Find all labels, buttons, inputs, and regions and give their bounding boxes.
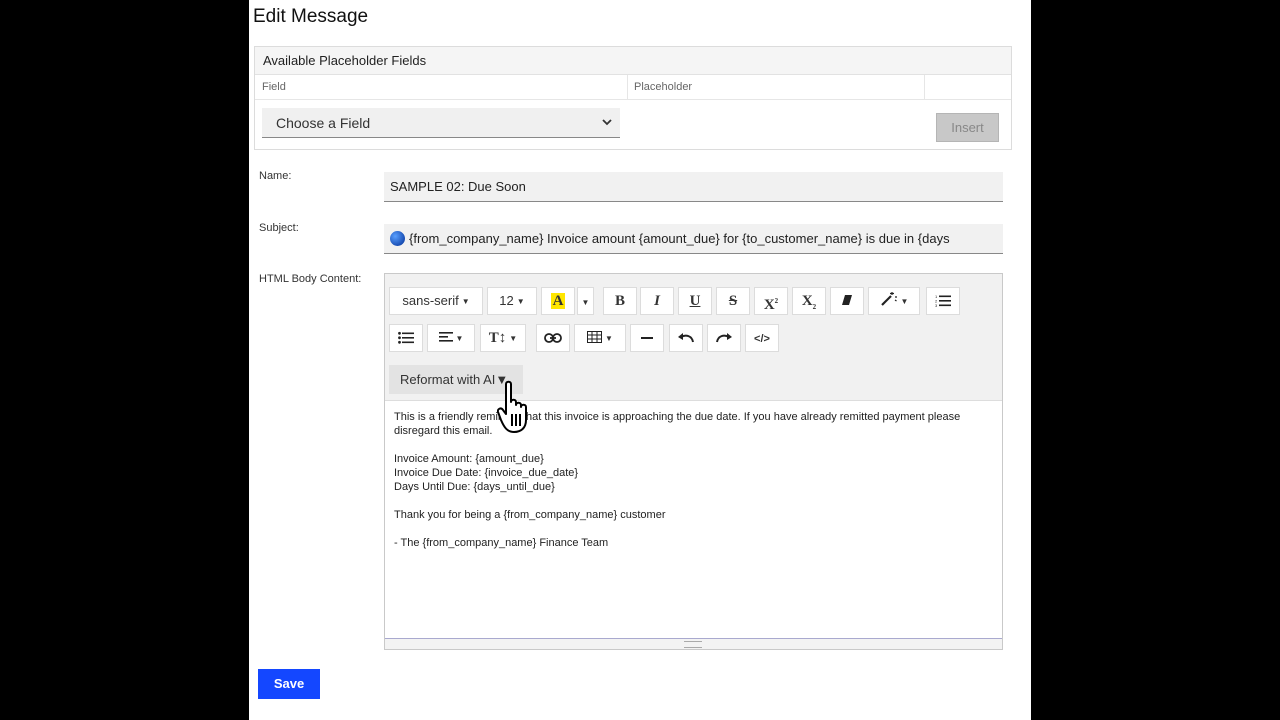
ordered-list-icon: 123 bbox=[935, 293, 951, 308]
code-view-button[interactable]: </> bbox=[745, 324, 779, 352]
html-body-label: HTML Body Content: bbox=[259, 273, 362, 285]
subscript-icon: X2 bbox=[801, 293, 817, 311]
link-button[interactable] bbox=[536, 324, 570, 352]
font-family-value: sans-serif bbox=[402, 293, 459, 308]
underline-icon: U bbox=[689, 293, 701, 309]
code-view-icon: </> bbox=[754, 333, 770, 345]
caret-down-icon: ▼ bbox=[516, 297, 525, 306]
grip-icon bbox=[684, 641, 702, 648]
chevron-down-icon bbox=[602, 108, 612, 149]
superscript-button[interactable]: X2 bbox=[754, 287, 788, 315]
page-title: Edit Message bbox=[253, 6, 369, 27]
table-dropdown[interactable]: ▼ bbox=[574, 324, 626, 352]
magic-wand-icon bbox=[880, 292, 898, 308]
undo-icon bbox=[678, 330, 694, 345]
highlight-color-button[interactable]: A bbox=[541, 287, 575, 315]
subject-text: {from_company_name} Invoice amount {amou… bbox=[409, 231, 950, 246]
caret-down-icon: ▼ bbox=[455, 334, 464, 343]
paragraph-align-dropdown[interactable]: ▼ bbox=[427, 324, 475, 352]
undo-button[interactable] bbox=[669, 324, 703, 352]
redo-icon bbox=[716, 330, 732, 345]
italic-icon: I bbox=[654, 293, 660, 309]
body-line: - The {from_company_name} Finance Team bbox=[394, 537, 609, 549]
placeholder-fields-panel: Available Placeholder Fields Field Place… bbox=[254, 46, 1012, 150]
body-line: Invoice Due Date: {invoice_due_date} bbox=[394, 467, 579, 479]
column-field: Field bbox=[262, 81, 286, 93]
placeholder-panel-title: Available Placeholder Fields bbox=[255, 47, 1011, 75]
body-paragraph: This is a friendly reminder that this in… bbox=[394, 411, 961, 437]
body-line: Invoice Amount: {amount_due} bbox=[394, 453, 544, 465]
hand-pointer-cursor-icon bbox=[497, 380, 527, 433]
column-divider bbox=[924, 75, 925, 99]
highlight-icon: A bbox=[550, 293, 566, 309]
subject-input[interactable]: {from_company_name} Invoice amount {amou… bbox=[384, 224, 1003, 254]
redo-button[interactable] bbox=[707, 324, 741, 352]
unordered-list-button[interactable] bbox=[389, 324, 423, 352]
horizontal-rule-icon bbox=[641, 330, 653, 345]
html-body-editor: sans-serif ▼ 12 ▼ A ▼ B I U S X2 X2 ▼ 123 … bbox=[384, 273, 1003, 650]
superscript-icon: X2 bbox=[763, 297, 779, 313]
bold-icon: B bbox=[614, 293, 625, 309]
text-height-icon: T↕ bbox=[488, 330, 507, 346]
subscript-button[interactable]: X2 bbox=[792, 287, 826, 315]
ordered-list-button[interactable]: 123 bbox=[926, 287, 960, 315]
name-input[interactable]: SAMPLE 02: Due Soon bbox=[384, 172, 1003, 202]
align-left-icon bbox=[438, 330, 453, 345]
font-size-dropdown[interactable]: 12 ▼ bbox=[487, 287, 537, 315]
color-dropdown-button[interactable]: ▼ bbox=[577, 287, 594, 315]
body-line: Days Until Due: {days_until_due} bbox=[394, 481, 555, 493]
font-family-dropdown[interactable]: sans-serif ▼ bbox=[389, 287, 483, 315]
strikethrough-icon: S bbox=[728, 293, 738, 309]
subject-label: Subject: bbox=[259, 222, 299, 234]
column-placeholder: Placeholder bbox=[634, 81, 693, 93]
editor-content[interactable]: This is a friendly reminder that this in… bbox=[394, 410, 992, 550]
caret-down-icon: ▼ bbox=[461, 297, 470, 306]
reformat-with-ai-label: Reformat with AI bbox=[400, 372, 496, 387]
svg-text:3: 3 bbox=[935, 303, 938, 307]
insert-button[interactable]: Insert bbox=[936, 113, 999, 142]
bold-button[interactable]: B bbox=[603, 287, 637, 315]
italic-button[interactable]: I bbox=[640, 287, 674, 315]
edit-message-page: Edit Message Available Placeholder Field… bbox=[249, 0, 1031, 720]
save-button[interactable]: Save bbox=[258, 669, 320, 699]
name-label: Name: bbox=[259, 170, 292, 182]
field-select-value: Choose a Field bbox=[276, 115, 371, 131]
editor-resize-handle[interactable] bbox=[385, 638, 1002, 649]
horizontal-rule-button[interactable] bbox=[630, 324, 664, 352]
underline-button[interactable]: U bbox=[678, 287, 712, 315]
placeholder-table-header: Field Placeholder bbox=[255, 75, 1011, 100]
strikethrough-button[interactable]: S bbox=[716, 287, 750, 315]
caret-down-icon: ▼ bbox=[900, 297, 909, 306]
font-size-value: 12 bbox=[499, 293, 514, 308]
caret-down-icon: ▼ bbox=[509, 334, 518, 343]
field-select[interactable]: Choose a Field bbox=[262, 108, 620, 138]
caret-down-icon: ▼ bbox=[581, 298, 590, 307]
globe-emoji-icon bbox=[390, 231, 405, 246]
editor-toolbar: sans-serif ▼ 12 ▼ A ▼ B I U S X2 X2 ▼ 123 … bbox=[385, 274, 1002, 401]
caret-down-icon: ▼ bbox=[605, 334, 613, 343]
clear-format-button[interactable] bbox=[830, 287, 864, 315]
eraser-icon bbox=[840, 293, 854, 308]
body-line: Thank you for being a {from_company_name… bbox=[394, 509, 666, 521]
line-height-dropdown[interactable]: T↕ ▼ bbox=[480, 324, 526, 352]
link-icon bbox=[544, 330, 562, 345]
unordered-list-icon bbox=[398, 330, 414, 345]
column-divider bbox=[627, 75, 628, 99]
magic-wand-dropdown[interactable]: ▼ bbox=[868, 287, 920, 315]
table-icon bbox=[587, 330, 603, 345]
